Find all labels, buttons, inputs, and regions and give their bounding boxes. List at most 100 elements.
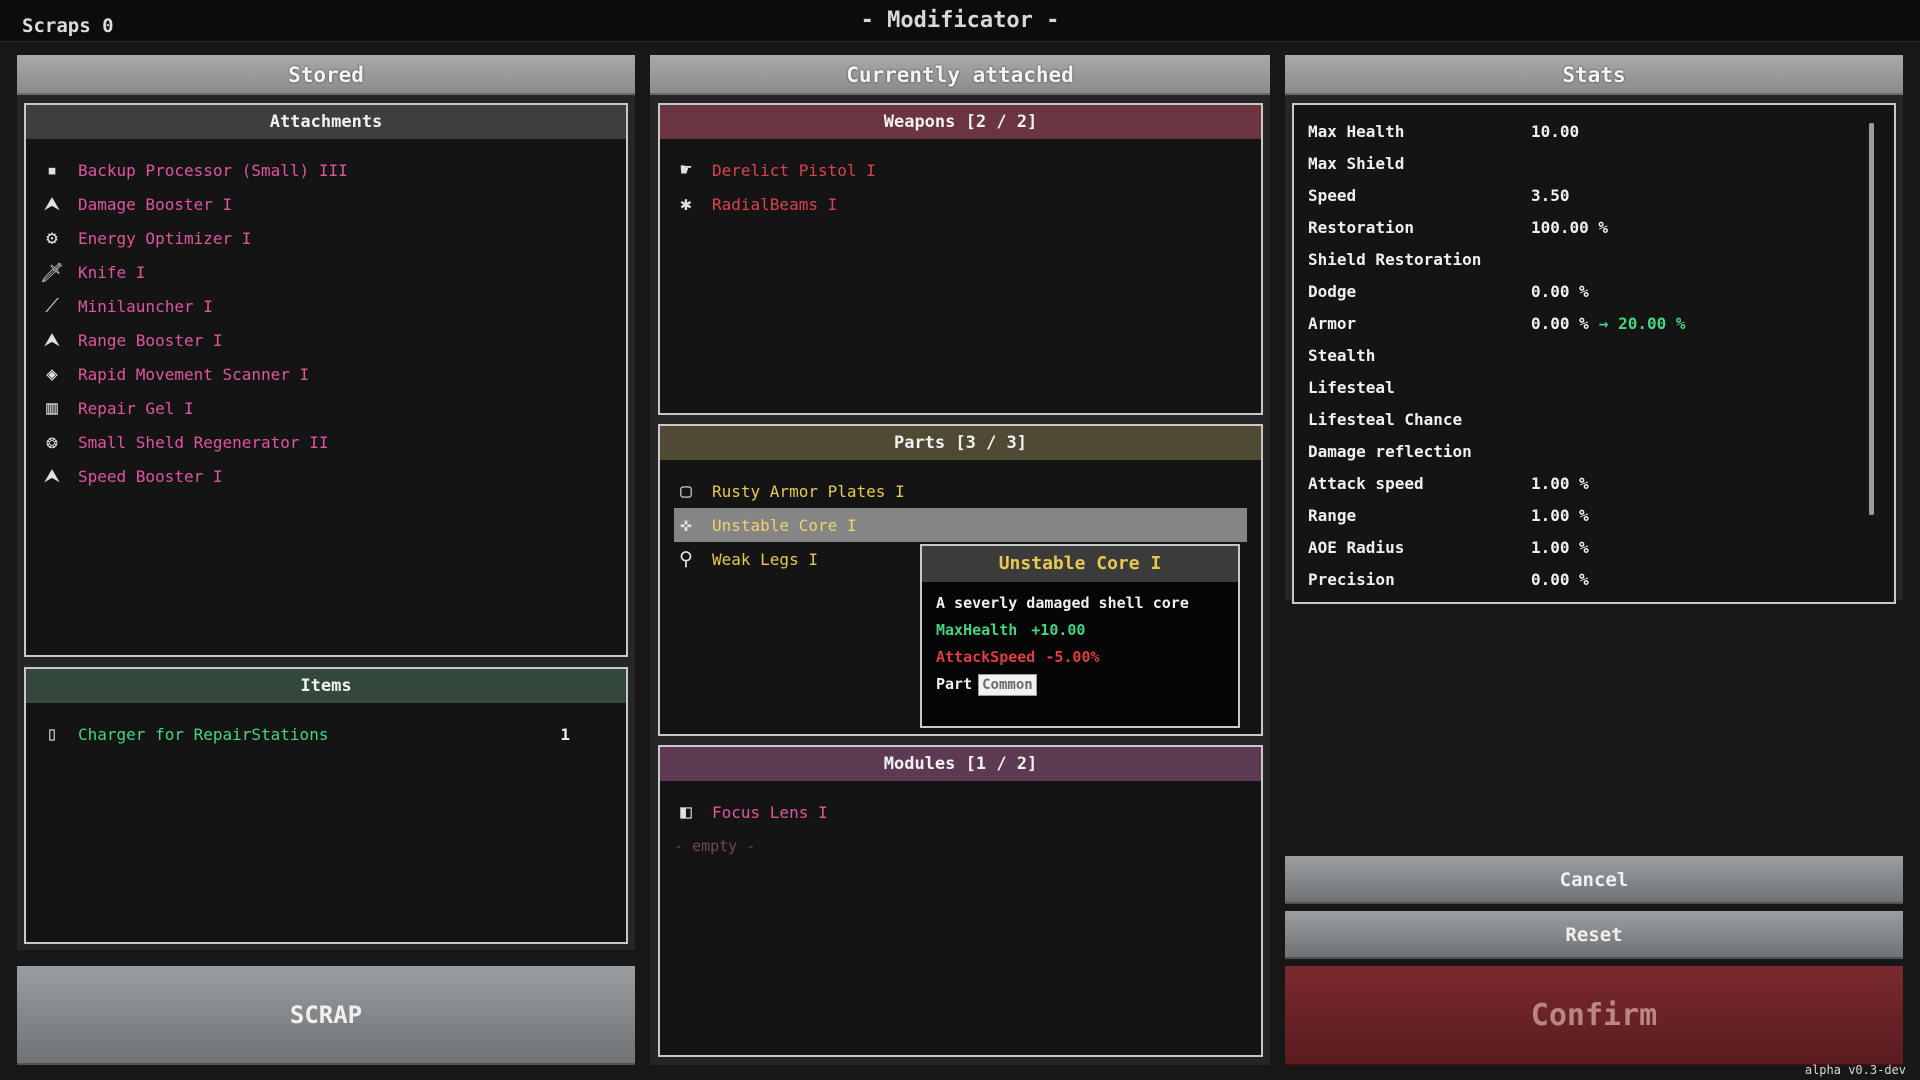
item-label: Charger for RepairStations	[78, 724, 329, 744]
cancel-button[interactable]: Cancel	[1285, 856, 1903, 904]
stat-name: Attack speed	[1308, 473, 1424, 493]
item-label: Speed Booster I	[78, 466, 223, 486]
stat-row: Lifesteal Chance	[1308, 403, 1880, 435]
radial-beams-icon: ✱	[680, 193, 692, 215]
part-item[interactable]: ▢ Rusty Armor Plates I	[674, 474, 1247, 508]
stat-row: Dodge 0.00 %	[1308, 275, 1880, 307]
stat-value: 1.00 %	[1531, 505, 1589, 525]
stat-row: Max Health 10.00	[1308, 115, 1880, 147]
tooltip-type-label: Part	[936, 675, 973, 693]
weapon-item[interactable]: ✱ RadialBeams I	[674, 187, 1247, 221]
rarity-badge: Common	[978, 674, 1037, 696]
attachments-list: ■ Backup Processor (Small) III ⮝ Damage Boo…	[26, 139, 626, 493]
processor-icon: ■	[48, 163, 56, 177]
stat-value: 3.50	[1531, 185, 1570, 205]
stat-name: Stealth	[1308, 345, 1376, 365]
weapons-list: ☛ Derelict Pistol I ✱ RadialBeams I	[660, 139, 1261, 221]
stat-row: Armor 0.00 % → 20.00 %	[1308, 307, 1880, 339]
scrap-button[interactable]: SCRAP	[17, 966, 635, 1065]
stats-scrollbar[interactable]	[1869, 123, 1874, 515]
attachment-item[interactable]: ⚙ Energy Optimizer I	[40, 221, 612, 255]
stat-value: 0.00 %	[1531, 281, 1589, 301]
stat-row: Max Shield	[1308, 147, 1880, 179]
screen-title: - Modificator -	[860, 8, 1060, 33]
modules-list: ◧ Focus Lens I - empty -	[660, 781, 1261, 863]
modules-header: Modules [1 / 2]	[660, 747, 1261, 781]
stat-row: Precision 0.00 %	[1308, 563, 1880, 595]
stat-name: Range	[1308, 505, 1357, 525]
booster-icon: ⮝	[43, 193, 61, 215]
empty-module-slot[interactable]: - empty -	[674, 829, 1247, 863]
scanner-icon: ◈	[46, 363, 58, 385]
tooltip-stat-maxhealth: MaxHealth +10.00	[922, 617, 1238, 644]
item-label: Derelict Pistol I	[712, 160, 876, 180]
stat-value: 1.00 %	[1531, 473, 1589, 493]
item-label: Weak Legs I	[712, 549, 818, 569]
regenerator-icon: ❂	[46, 431, 58, 453]
stat-row: Damage reflection	[1308, 435, 1880, 467]
stat-name: Precision	[1308, 569, 1395, 589]
item-count: 1	[560, 724, 570, 744]
tooltip-stat-attackspeed: AttackSpeed -5.00%	[922, 644, 1238, 671]
attachment-item[interactable]: ▥ Repair Gel I	[40, 391, 612, 425]
attachment-item[interactable]: ⮝ Range Booster I	[40, 323, 612, 357]
inventory-item[interactable]: ▯ Charger for RepairStations 1	[40, 717, 612, 751]
modules-panel: Modules [1 / 2] ◧ Focus Lens I - empty -	[658, 745, 1263, 1057]
attachment-item[interactable]: ⮝ Damage Booster I	[40, 187, 612, 221]
item-label: Minilauncher I	[78, 296, 213, 316]
weapons-panel: Weapons [2 / 2] ☛ Derelict Pistol I ✱ Radia…	[658, 103, 1263, 415]
stat-value: 0.00 %	[1531, 569, 1589, 589]
part-item[interactable]: ✜ Unstable Core I	[674, 508, 1247, 542]
attachment-item[interactable]: ◈ Rapid Movement Scanner I	[40, 357, 612, 391]
item-label: Backup Processor (Small) III	[78, 160, 348, 180]
confirm-button[interactable]: Confirm	[1285, 966, 1903, 1066]
stat-row: AOE Radius 1.00 %	[1308, 531, 1880, 563]
attachments-header: Attachments	[26, 105, 626, 139]
legs-icon: ⚲	[679, 548, 693, 570]
tooltip-stat1-name: MaxHealth	[936, 621, 1018, 639]
stat-name: Dodge	[1308, 281, 1357, 301]
stat-name: AOE Radius	[1308, 537, 1405, 557]
optimizer-icon: ⚙	[46, 227, 58, 249]
stats-header: Stats	[1285, 55, 1903, 95]
item-tooltip: Unstable Core I A severly damaged shell …	[920, 544, 1240, 728]
item-label: Focus Lens I	[712, 802, 828, 822]
stat-name: Shield Restoration	[1308, 249, 1482, 269]
launcher-icon: ⟋	[45, 295, 59, 317]
stat-row: Stealth	[1308, 339, 1880, 371]
reset-button[interactable]: Reset	[1285, 911, 1903, 959]
core-icon: ✜	[680, 514, 692, 536]
attachment-item[interactable]: ⟋ Minilauncher I	[40, 289, 612, 323]
gel-icon: ▥	[46, 397, 58, 419]
charger-icon: ▯	[46, 723, 58, 745]
stat-row: Lifesteal	[1308, 371, 1880, 403]
stat-value: 0.00 %	[1531, 313, 1589, 333]
stat-value: 10.00	[1531, 121, 1580, 141]
stat-name: Lifesteal	[1308, 377, 1395, 397]
weapon-item[interactable]: ☛ Derelict Pistol I	[674, 153, 1247, 187]
attachment-item[interactable]: ❂ Small Sheld Regenerator II	[40, 425, 612, 459]
booster-icon: ⮝	[43, 465, 61, 487]
stats-panel: Max Health 10.00 Max Shield Speed 3.50 Restor…	[1292, 103, 1896, 604]
stat-value: 100.00 %	[1531, 217, 1609, 237]
lens-icon: ◧	[680, 801, 692, 823]
attachment-item[interactable]: 🗡 Knife I	[40, 255, 612, 289]
stats-scroll-thumb[interactable]	[1869, 123, 1874, 515]
module-item[interactable]: ◧ Focus Lens I	[674, 795, 1247, 829]
item-label: Range Booster I	[78, 330, 223, 350]
stat-row: Range 1.00 %	[1308, 499, 1880, 531]
stats-list: Max Health 10.00 Max Shield Speed 3.50 Restor…	[1308, 115, 1880, 595]
items-header: Items	[26, 669, 626, 703]
stat-name: Max Shield	[1308, 153, 1405, 173]
stat-name: Restoration	[1308, 217, 1414, 237]
tooltip-title: Unstable Core I	[922, 546, 1238, 582]
attachment-item[interactable]: ■ Backup Processor (Small) III	[40, 153, 612, 187]
item-label: Knife I	[78, 262, 146, 282]
item-label: Damage Booster I	[78, 194, 233, 214]
pistol-icon: ☛	[680, 159, 692, 181]
item-label: Small Sheld Regenerator II	[78, 432, 329, 452]
tooltip-stat2-name: AttackSpeed	[936, 648, 1036, 666]
stat-row: Shield Restoration	[1308, 243, 1880, 275]
stat-new-value: → 20.00 %	[1598, 313, 1686, 333]
attachment-item[interactable]: ⮝ Speed Booster I	[40, 459, 612, 493]
